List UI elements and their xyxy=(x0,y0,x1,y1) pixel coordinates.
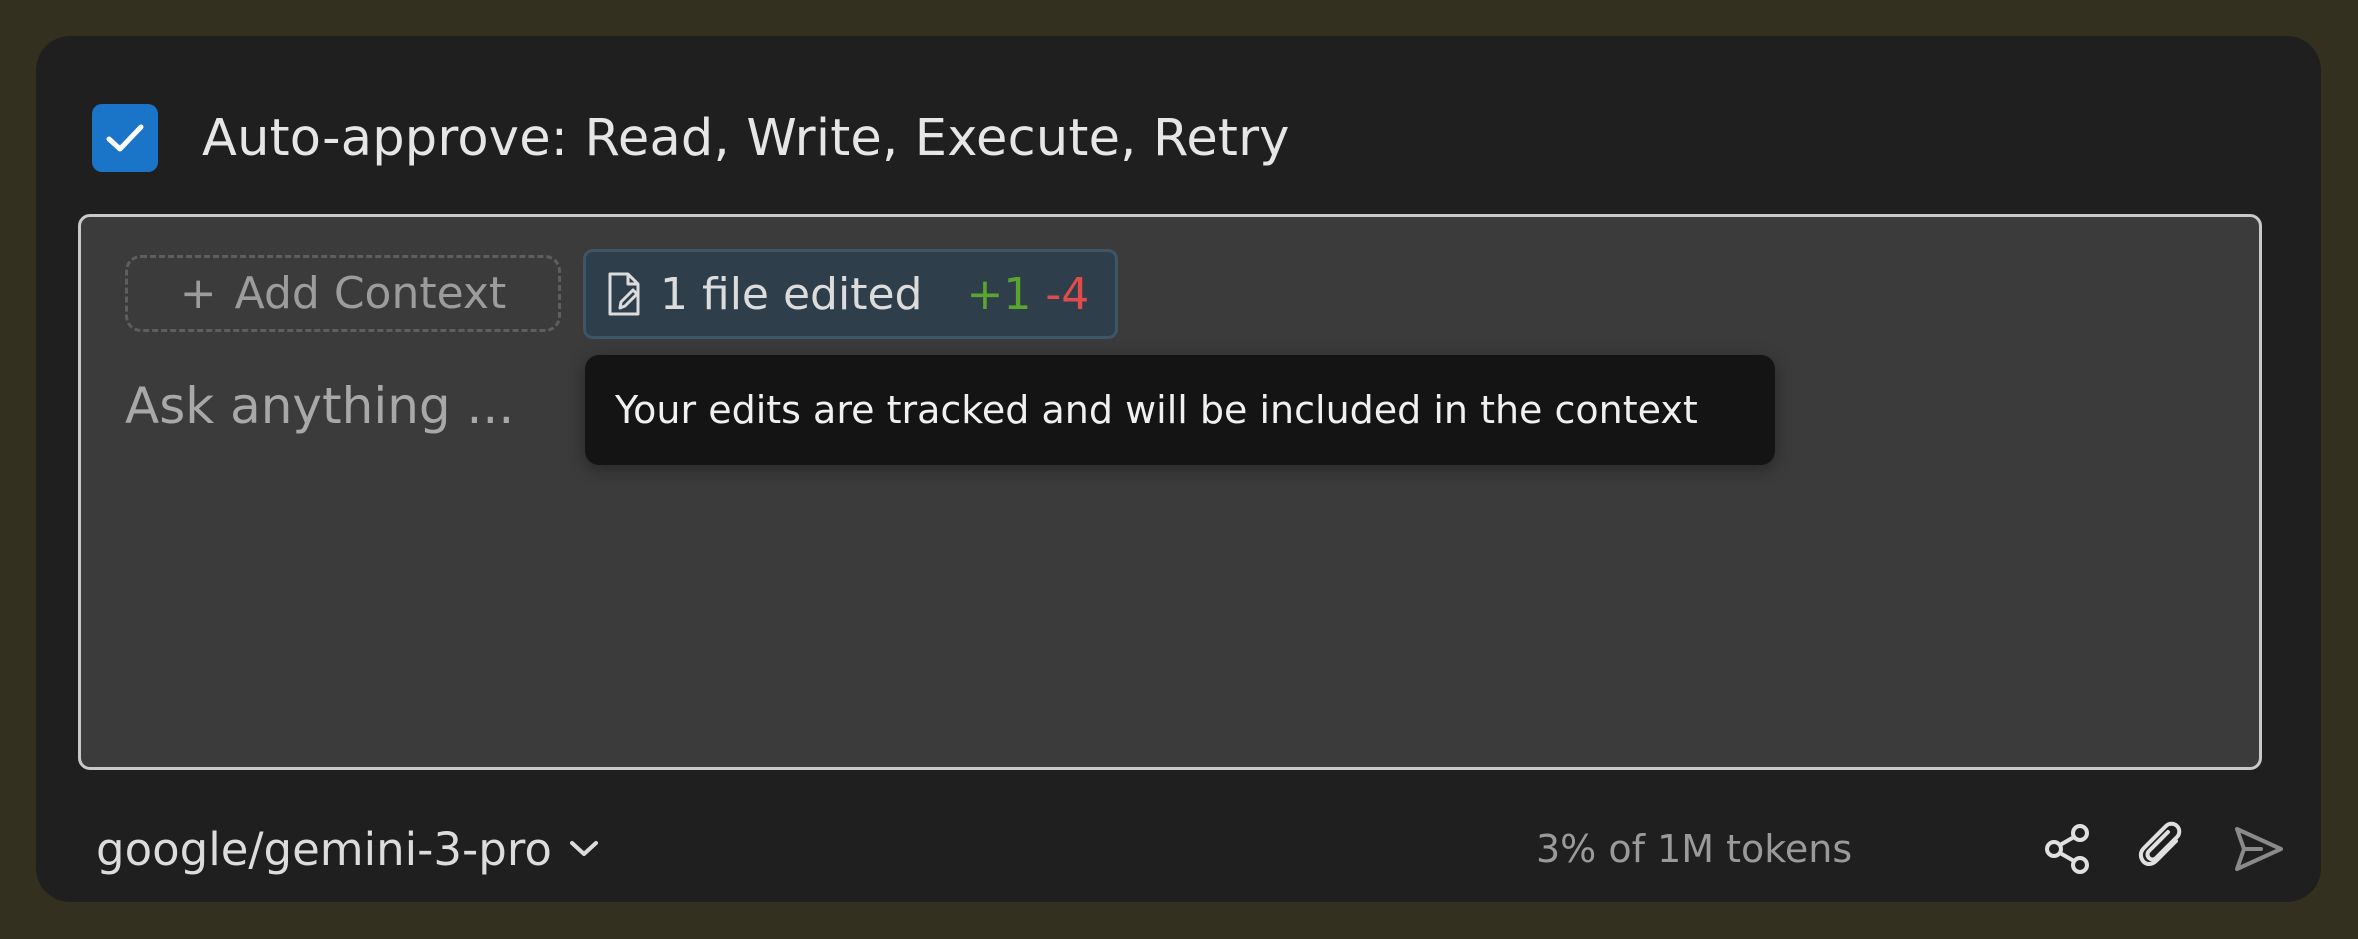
files-edited-label: 1 file edited xyxy=(660,268,923,320)
share-button[interactable] xyxy=(2031,812,2105,886)
message-input-placeholder[interactable]: Ask anything ... xyxy=(125,377,514,435)
chat-input-box[interactable]: + Add Context 1 file edited +1 -4 Ask an… xyxy=(78,214,2262,770)
token-usage: 3% of 1M tokens xyxy=(1536,827,1853,871)
edits-tracked-tooltip: Your edits are tracked and will be inclu… xyxy=(585,355,1775,465)
model-selector[interactable]: google/gemini-3-pro xyxy=(96,814,600,884)
share-icon xyxy=(2045,824,2089,874)
lines-added-count: +1 xyxy=(966,268,1032,320)
chat-input-panel: Auto-approve: Read, Write, Execute, Retr… xyxy=(36,36,2321,902)
plus-icon: + xyxy=(179,267,217,319)
send-icon xyxy=(2235,827,2283,871)
checkmark-icon xyxy=(106,124,144,152)
chevron-down-icon xyxy=(569,841,598,856)
auto-approve-toggle[interactable]: Auto-approve: Read, Write, Execute, Retr… xyxy=(92,102,1290,174)
paperclip-icon xyxy=(2138,821,2182,866)
add-context-button[interactable]: + Add Context xyxy=(125,255,561,332)
files-edited-chip[interactable]: 1 file edited +1 -4 xyxy=(583,249,1118,339)
auto-approve-checkbox[interactable] xyxy=(92,104,158,172)
lines-removed-count: -4 xyxy=(1045,268,1090,320)
add-context-label: Add Context xyxy=(234,268,507,319)
model-name: google/gemini-3-pro xyxy=(96,822,552,876)
file-edit-icon xyxy=(608,272,640,316)
attach-button[interactable] xyxy=(2126,812,2200,886)
send-button[interactable] xyxy=(2222,812,2296,886)
auto-approve-label: Auto-approve: Read, Write, Execute, Retr… xyxy=(202,108,1290,168)
